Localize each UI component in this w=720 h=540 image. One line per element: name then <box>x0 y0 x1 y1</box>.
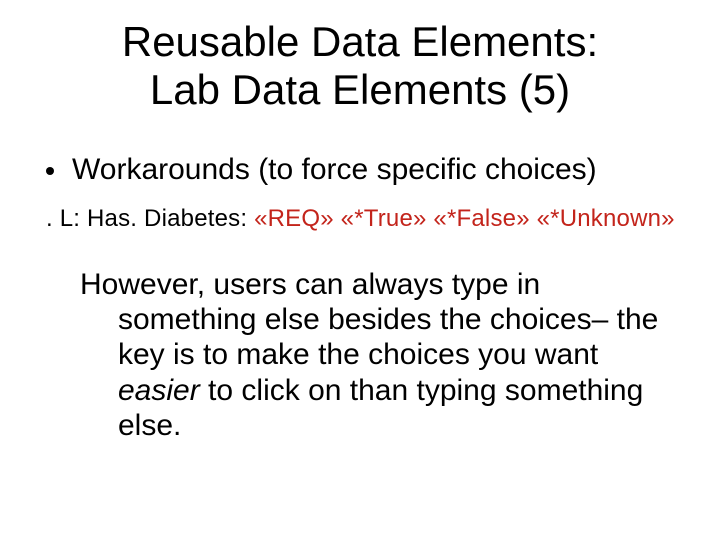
code-tokens: «REQ» «*True» «*False» «*Unknown» <box>254 205 675 232</box>
code-prefix: . L: Has. Diabetes: <box>46 205 254 232</box>
title-line-1: Reusable Data Elements: <box>122 18 598 65</box>
explanation-paragraph: However, users can always type in someth… <box>46 267 674 444</box>
para-italic: easier <box>118 374 200 407</box>
slide-title: Reusable Data Elements: Lab Data Element… <box>40 18 680 115</box>
code-example-line: . L: Has. Diabetes: «REQ» «*True» «*Fals… <box>46 205 680 233</box>
bullet-item-1: Workarounds (to force specific choices) <box>46 153 680 187</box>
bullet-dot-icon <box>46 167 54 175</box>
slide: Reusable Data Elements: Lab Data Element… <box>0 0 720 540</box>
title-line-2: Lab Data Elements (5) <box>150 66 570 113</box>
bullet-text: Workarounds (to force specific choices) <box>72 153 597 187</box>
para-lead: However, users can always type in someth… <box>80 268 658 372</box>
